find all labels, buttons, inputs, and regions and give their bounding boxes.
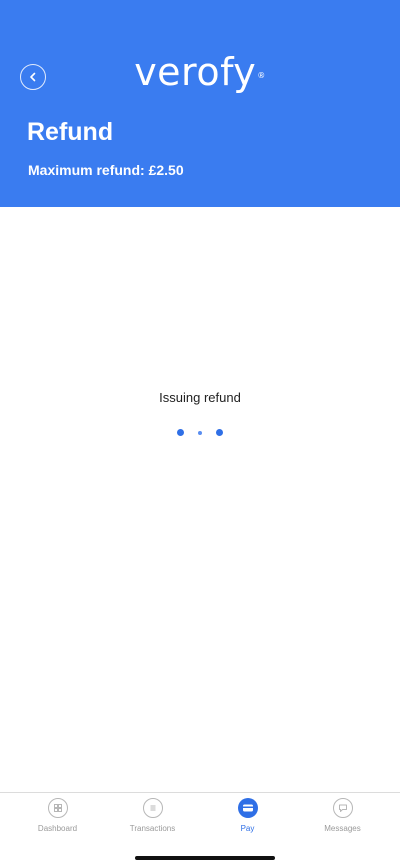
main-content: Issuing refund [0, 207, 400, 792]
maximum-refund-text: Maximum refund: £2.50 [28, 162, 184, 178]
verofy-logo: verofy® [0, 50, 400, 94]
nav-item-transactions[interactable]: Transactions [108, 798, 198, 833]
nav-label-pay: Pay [240, 824, 255, 833]
nav-label-transactions: Transactions [129, 824, 176, 833]
logo-text: verofy [134, 50, 257, 94]
status-text: Issuing refund [159, 390, 241, 405]
nav-item-messages[interactable]: Messages [298, 798, 388, 833]
pay-icon [237, 798, 258, 818]
nav-item-pay[interactable]: Pay [203, 798, 293, 833]
registered-mark: ® [257, 71, 266, 80]
messages-icon [332, 798, 353, 818]
bottom-navigation: Dashboard Transactions Pay Messages [0, 792, 400, 867]
loading-indicator [0, 429, 400, 436]
nav-item-dashboard[interactable]: Dashboard [13, 798, 103, 833]
loader-dot [216, 429, 223, 436]
nav-label-messages: Messages [324, 824, 361, 833]
nav-label-dashboard: Dashboard [37, 824, 78, 833]
refund-screen: verofy® Refund Maximum refund: £2.50 Iss… [0, 0, 400, 867]
page-title: Refund [27, 118, 114, 146]
loader-dot [177, 429, 184, 436]
transactions-icon [142, 798, 163, 818]
loader-dot [198, 430, 202, 435]
home-indicator[interactable] [135, 856, 275, 860]
dashboard-icon [47, 798, 68, 818]
app-header: verofy® Refund Maximum refund: £2.50 [0, 0, 400, 207]
